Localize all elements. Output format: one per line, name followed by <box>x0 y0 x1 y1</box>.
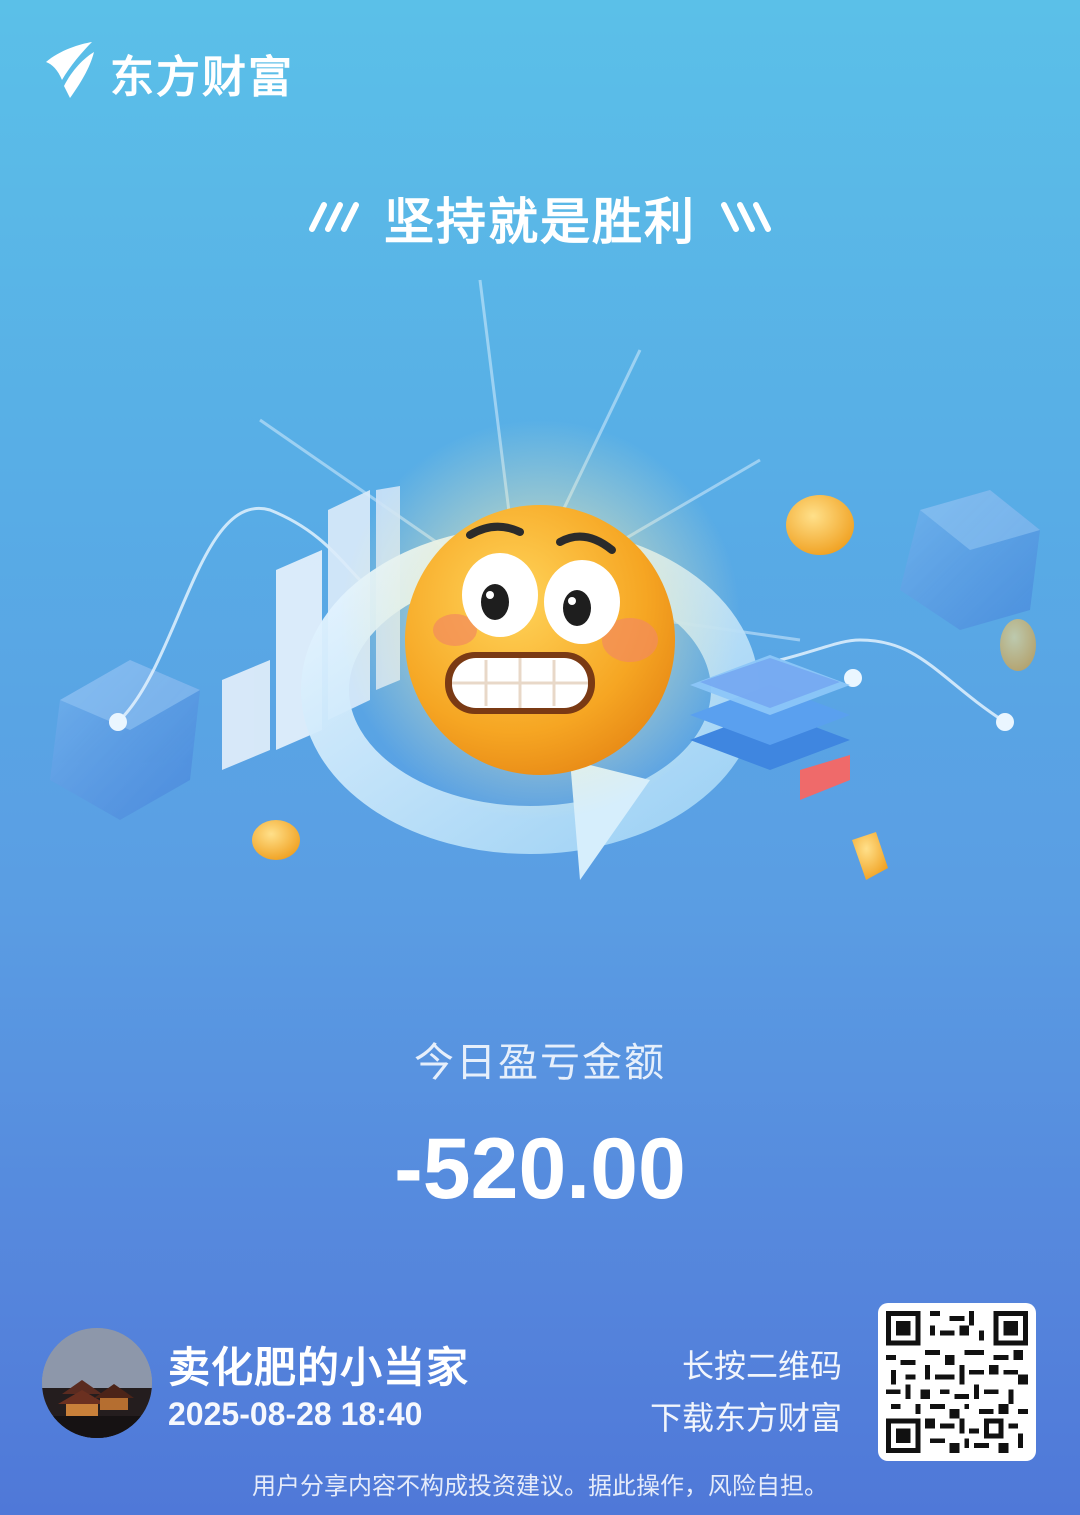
slogan-text: 坚持就是胜利 <box>384 193 696 251</box>
download-hint-line1: 长按二维码 <box>681 1347 842 1385</box>
download-hint-line2: 下载东方财富 <box>649 1399 842 1437</box>
eastmoney-logo-icon <box>40 40 96 106</box>
username: 卖化肥的小当家 <box>168 1343 470 1392</box>
qr-code[interactable] <box>878 1303 1036 1461</box>
pnl-label: 今日盈亏金额 <box>414 1040 666 1086</box>
disclaimer: 用户分享内容不构成投资建议。据此操作，风险自担。 <box>252 1472 828 1500</box>
temple-at-night-avatar <box>42 1328 152 1438</box>
slogan: 坚持就是胜利 <box>0 182 1080 254</box>
left-slashes-icon <box>306 199 362 237</box>
brand-header: 东方财富 <box>40 40 294 106</box>
hero-illustration <box>40 260 1040 960</box>
qr-code-icon <box>886 1311 1028 1453</box>
right-cube <box>900 490 1040 630</box>
share-timestamp: 2025-08-28 18:40 <box>168 1396 423 1432</box>
grimacing-emoji-icon <box>405 505 675 775</box>
left-cube <box>50 660 200 820</box>
pnl-value: -520.00 <box>394 1121 686 1217</box>
brand-name: 东方财富 <box>110 52 294 103</box>
download-hint: 长按二维码 下载东方财富 <box>650 1340 842 1444</box>
user-avatar <box>42 1328 152 1438</box>
right-slashes-icon <box>718 199 774 237</box>
